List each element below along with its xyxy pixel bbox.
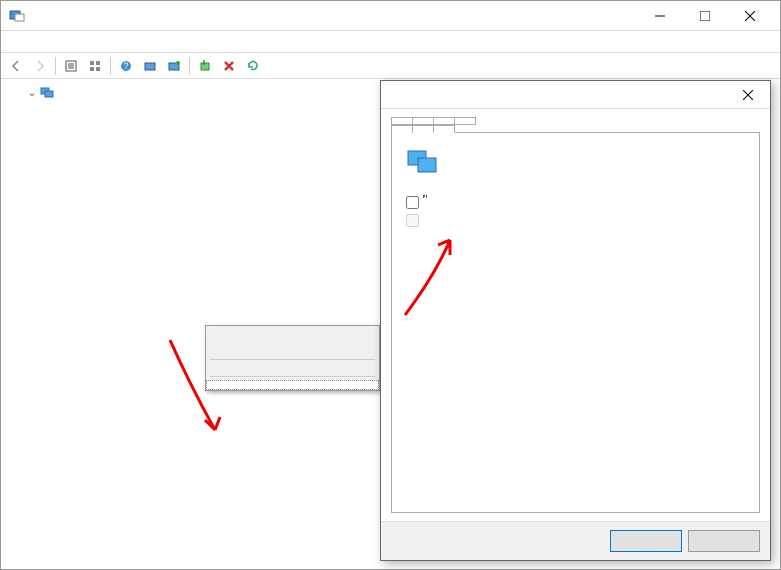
ok-button[interactable] <box>610 530 682 552</box>
context-update-driver[interactable] <box>206 326 379 336</box>
dialog-buttons <box>381 521 770 560</box>
checkbox-allow-turnoff-label[interactable] <box>423 195 427 197</box>
menu-file[interactable] <box>7 40 23 44</box>
tab-power-management[interactable] <box>433 125 455 133</box>
toolbar: ? <box>1 53 780 79</box>
checkbox-allow-turnoff-row <box>406 195 745 209</box>
toolbar-properties[interactable] <box>60 55 82 77</box>
context-scan-hardware[interactable] <box>206 363 379 373</box>
adapter-icon <box>406 147 438 175</box>
app-icon <box>9 8 25 24</box>
toolbar-scan[interactable] <box>139 55 161 77</box>
menubar <box>1 31 780 53</box>
titlebar <box>1 1 780 31</box>
minimize-button[interactable] <box>637 2 682 30</box>
tab-resources[interactable] <box>412 125 434 133</box>
close-button[interactable] <box>727 2 772 30</box>
toolbar-view[interactable] <box>84 55 106 77</box>
tab-general[interactable] <box>391 117 413 125</box>
menu-action[interactable] <box>23 40 39 44</box>
svg-text:?: ? <box>123 61 128 71</box>
menu-help[interactable] <box>55 40 71 44</box>
checkbox-wake-row <box>406 213 745 227</box>
properties-dialog <box>380 80 771 561</box>
collapse-icon[interactable]: ⌄ <box>25 86 39 99</box>
toolbar-update[interactable] <box>163 55 185 77</box>
toolbar-forward[interactable] <box>29 55 51 77</box>
dialog-titlebar <box>381 81 770 109</box>
tab-driver[interactable] <box>433 117 455 125</box>
checkbox-allow-turnoff[interactable] <box>406 196 419 209</box>
context-uninstall-device[interactable] <box>206 346 379 356</box>
tab-panel-power <box>391 132 760 513</box>
tab-details[interactable] <box>454 117 476 125</box>
cancel-button[interactable] <box>688 530 760 552</box>
context-properties[interactable] <box>206 380 379 390</box>
toolbar-refresh[interactable] <box>242 55 264 77</box>
tab-events[interactable] <box>391 125 413 133</box>
toolbar-back[interactable] <box>5 55 27 77</box>
toolbar-enable[interactable] <box>194 55 216 77</box>
context-menu <box>205 325 380 391</box>
toolbar-uninstall[interactable] <box>218 55 240 77</box>
maximize-button[interactable] <box>682 2 727 30</box>
toolbar-help[interactable]: ? <box>115 55 137 77</box>
context-disable-device[interactable] <box>206 336 379 346</box>
network-icon <box>39 85 55 99</box>
context-separator <box>210 376 375 377</box>
tab-advanced[interactable] <box>412 117 434 125</box>
tabs <box>381 109 770 133</box>
checkbox-wake <box>406 214 419 227</box>
context-separator <box>210 359 375 360</box>
menu-view[interactable] <box>39 40 55 44</box>
dialog-close-button[interactable] <box>734 83 762 107</box>
